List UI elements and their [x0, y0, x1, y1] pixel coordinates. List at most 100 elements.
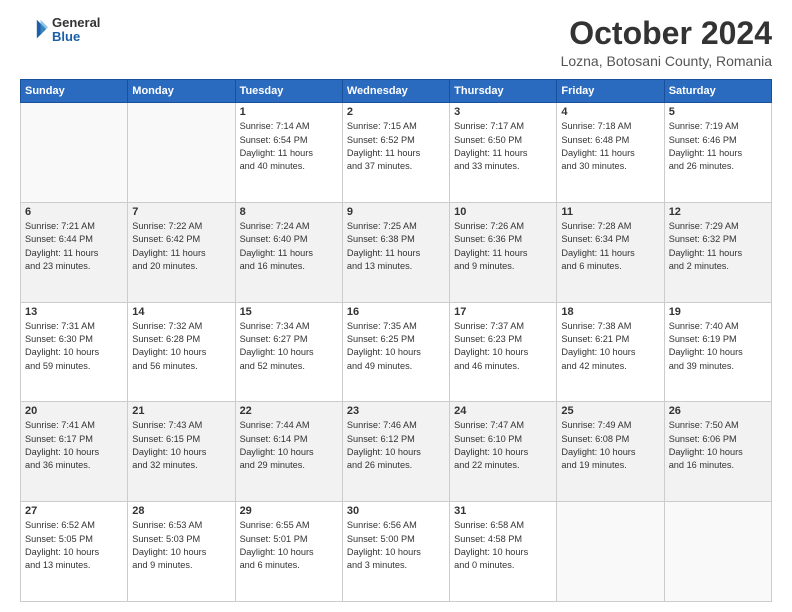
day-number: 10: [454, 206, 552, 218]
calendar-cell: 4 Sunrise: 7:18 AM Sunset: 6:48 PM Daylig…: [557, 103, 664, 203]
logo-icon: [20, 16, 48, 44]
day-number: 1: [240, 106, 338, 118]
day-number: 24: [454, 405, 552, 417]
day-number: 5: [669, 106, 767, 118]
calendar-row: 13Sunrise: 7:31 AM Sunset: 6:30 PM Dayli…: [21, 302, 772, 402]
calendar-cell: 28 Sunrise: 6:53 AM Sunset: 5:03 PM Dayli…: [128, 502, 235, 602]
day-info: Sunrise: 7:22 AM Sunset: 6:42 PM Dayligh…: [132, 220, 230, 273]
day-info: Sunrise: 7:15 AM Sunset: 6:52 PM Dayligh…: [347, 120, 445, 173]
header: General Blue October 2024 Lozna, Botosan…: [20, 16, 772, 69]
day-number: 26: [669, 405, 767, 417]
calendar-cell: 8 Sunrise: 7:24 AM Sunset: 6:40 PM Daylig…: [235, 202, 342, 302]
calendar-cell: 30Sunrise: 6:56 AM Sunset: 5:00 PM Dayli…: [342, 502, 449, 602]
day-info: Sunrise: 6:55 AM Sunset: 5:01 PM Dayligh…: [240, 519, 338, 572]
day-number: 18: [561, 306, 659, 318]
day-number: 14: [132, 306, 230, 318]
day-number: 8: [240, 206, 338, 218]
calendar-cell: 17Sunrise: 7:37 AM Sunset: 6:23 PM Dayli…: [450, 302, 557, 402]
day-number: 21: [132, 405, 230, 417]
day-info: Sunrise: 7:43 AM Sunset: 6:15 PM Dayligh…: [132, 419, 230, 472]
calendar-row: 20Sunrise: 7:41 AM Sunset: 6:17 PM Dayli…: [21, 402, 772, 502]
calendar-cell: [664, 502, 771, 602]
day-number: 4: [561, 106, 659, 118]
calendar-cell: 13Sunrise: 7:31 AM Sunset: 6:30 PM Dayli…: [21, 302, 128, 402]
day-number: 16: [347, 306, 445, 318]
day-number: 25: [561, 405, 659, 417]
day-info: Sunrise: 7:24 AM Sunset: 6:40 PM Dayligh…: [240, 220, 338, 273]
calendar-header-thursday: Thursday: [450, 80, 557, 103]
day-number: 31: [454, 505, 552, 517]
day-info: Sunrise: 7:17 AM Sunset: 6:50 PM Dayligh…: [454, 120, 552, 173]
day-info: Sunrise: 7:40 AM Sunset: 6:19 PM Dayligh…: [669, 320, 767, 373]
calendar-cell: 26 Sunrise: 7:50 AM Sunset: 6:06 PM Dayli…: [664, 402, 771, 502]
calendar-cell: 22 Sunrise: 7:44 AM Sunset: 6:14 PM Dayli…: [235, 402, 342, 502]
day-info: Sunrise: 7:50 AM Sunset: 6:06 PM Dayligh…: [669, 419, 767, 472]
calendar-header-wednesday: Wednesday: [342, 80, 449, 103]
day-info: Sunrise: 7:41 AM Sunset: 6:17 PM Dayligh…: [25, 419, 123, 472]
day-info: Sunrise: 7:32 AM Sunset: 6:28 PM Dayligh…: [132, 320, 230, 373]
calendar-row: 27 Sunrise: 6:52 AM Sunset: 5:05 PM Dayli…: [21, 502, 772, 602]
calendar-cell: 1 Sunrise: 7:14 AM Sunset: 6:54 PM Daylig…: [235, 103, 342, 203]
header-row: SundayMondayTuesdayWednesdayThursdayFrid…: [21, 80, 772, 103]
day-info: Sunrise: 7:38 AM Sunset: 6:21 PM Dayligh…: [561, 320, 659, 373]
calendar-cell: [557, 502, 664, 602]
calendar-cell: 21 Sunrise: 7:43 AM Sunset: 6:15 PM Dayli…: [128, 402, 235, 502]
day-info: Sunrise: 7:25 AM Sunset: 6:38 PM Dayligh…: [347, 220, 445, 273]
day-info: Sunrise: 7:44 AM Sunset: 6:14 PM Dayligh…: [240, 419, 338, 472]
day-number: 29: [240, 505, 338, 517]
day-info: Sunrise: 7:35 AM Sunset: 6:25 PM Dayligh…: [347, 320, 445, 373]
day-number: 23: [347, 405, 445, 417]
day-number: 15: [240, 306, 338, 318]
calendar-cell: 29 Sunrise: 6:55 AM Sunset: 5:01 PM Dayli…: [235, 502, 342, 602]
calendar-cell: 11 Sunrise: 7:28 AM Sunset: 6:34 PM Dayli…: [557, 202, 664, 302]
calendar-cell: 25 Sunrise: 7:49 AM Sunset: 6:08 PM Dayli…: [557, 402, 664, 502]
calendar-header-monday: Monday: [128, 80, 235, 103]
calendar-cell: 5 Sunrise: 7:19 AM Sunset: 6:46 PM Daylig…: [664, 103, 771, 203]
day-number: 12: [669, 206, 767, 218]
day-number: 11: [561, 206, 659, 218]
day-info: Sunrise: 7:19 AM Sunset: 6:46 PM Dayligh…: [669, 120, 767, 173]
day-info: Sunrise: 7:18 AM Sunset: 6:48 PM Dayligh…: [561, 120, 659, 173]
title-block: October 2024 Lozna, Botosani County, Rom…: [561, 16, 772, 69]
day-number: 2: [347, 106, 445, 118]
day-number: 19: [669, 306, 767, 318]
day-number: 7: [132, 206, 230, 218]
calendar-header-saturday: Saturday: [664, 80, 771, 103]
day-info: Sunrise: 6:52 AM Sunset: 5:05 PM Dayligh…: [25, 519, 123, 572]
day-info: Sunrise: 7:34 AM Sunset: 6:27 PM Dayligh…: [240, 320, 338, 373]
calendar-row: 1 Sunrise: 7:14 AM Sunset: 6:54 PM Daylig…: [21, 103, 772, 203]
calendar-cell: 27 Sunrise: 6:52 AM Sunset: 5:05 PM Dayli…: [21, 502, 128, 602]
calendar-cell: 2 Sunrise: 7:15 AM Sunset: 6:52 PM Daylig…: [342, 103, 449, 203]
day-info: Sunrise: 7:49 AM Sunset: 6:08 PM Dayligh…: [561, 419, 659, 472]
day-number: 28: [132, 505, 230, 517]
calendar-header-tuesday: Tuesday: [235, 80, 342, 103]
calendar-cell: 15 Sunrise: 7:34 AM Sunset: 6:27 PM Dayli…: [235, 302, 342, 402]
day-info: Sunrise: 7:28 AM Sunset: 6:34 PM Dayligh…: [561, 220, 659, 273]
day-number: 6: [25, 206, 123, 218]
day-number: 3: [454, 106, 552, 118]
day-info: Sunrise: 6:58 AM Sunset: 4:58 PM Dayligh…: [454, 519, 552, 572]
day-number: 13: [25, 306, 123, 318]
day-info: Sunrise: 7:29 AM Sunset: 6:32 PM Dayligh…: [669, 220, 767, 273]
day-info: Sunrise: 7:46 AM Sunset: 6:12 PM Dayligh…: [347, 419, 445, 472]
calendar-cell: 20Sunrise: 7:41 AM Sunset: 6:17 PM Dayli…: [21, 402, 128, 502]
day-number: 9: [347, 206, 445, 218]
day-info: Sunrise: 7:14 AM Sunset: 6:54 PM Dayligh…: [240, 120, 338, 173]
day-info: Sunrise: 6:56 AM Sunset: 5:00 PM Dayligh…: [347, 519, 445, 572]
day-info: Sunrise: 7:37 AM Sunset: 6:23 PM Dayligh…: [454, 320, 552, 373]
calendar-cell: 31 Sunrise: 6:58 AM Sunset: 4:58 PM Dayli…: [450, 502, 557, 602]
calendar-cell: 16 Sunrise: 7:35 AM Sunset: 6:25 PM Dayli…: [342, 302, 449, 402]
day-info: Sunrise: 7:26 AM Sunset: 6:36 PM Dayligh…: [454, 220, 552, 273]
calendar-row: 6 Sunrise: 7:21 AM Sunset: 6:44 PM Daylig…: [21, 202, 772, 302]
main-title: October 2024: [561, 16, 772, 51]
calendar-cell: 6 Sunrise: 7:21 AM Sunset: 6:44 PM Daylig…: [21, 202, 128, 302]
day-info: Sunrise: 7:21 AM Sunset: 6:44 PM Dayligh…: [25, 220, 123, 273]
day-number: 22: [240, 405, 338, 417]
calendar-cell: 7 Sunrise: 7:22 AM Sunset: 6:42 PM Daylig…: [128, 202, 235, 302]
logo-text: General Blue: [52, 16, 100, 45]
calendar-cell: 3 Sunrise: 7:17 AM Sunset: 6:50 PM Daylig…: [450, 103, 557, 203]
day-info: Sunrise: 6:53 AM Sunset: 5:03 PM Dayligh…: [132, 519, 230, 572]
calendar-cell: 19 Sunrise: 7:40 AM Sunset: 6:19 PM Dayli…: [664, 302, 771, 402]
day-number: 27: [25, 505, 123, 517]
logo-blue: Blue: [52, 30, 100, 44]
